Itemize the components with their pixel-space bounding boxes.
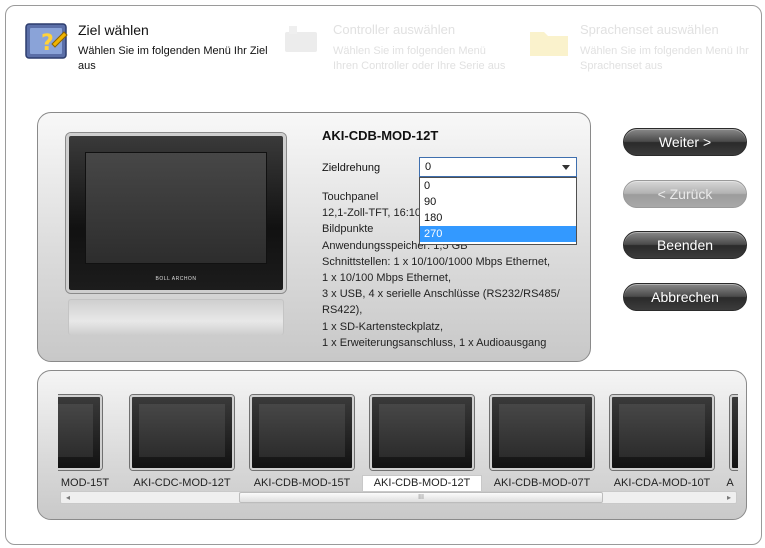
device-gallery: MOD-15T AKI-CDC-MOD-12T AKI-CDB-MOD-15T … [37,370,747,520]
finish-button[interactable]: Beenden [623,231,747,259]
device-thumbnail [58,395,102,470]
step-select-language: Sprachenset auswählen Wählen Sie im folg… [526,18,763,98]
step-select-controller: Controller auswählen Wählen Sie im folge… [279,18,509,98]
gallery-item-label: AKI-CDB-MOD-15T [253,477,351,489]
gallery-scrollbar[interactable]: ◂ III ▸ [60,491,737,504]
spec-line: 3 x USB, 4 x serielle Anschlüsse (RS232/… [322,288,560,301]
device-brand-logo: BOLL ARCHON [155,276,197,282]
scroll-right-icon[interactable]: ▸ [722,492,736,503]
rotation-dropdown-list: 0 90 180 270 [419,177,577,245]
back-button[interactable]: < Zurück [623,180,747,208]
gallery-item-selected[interactable]: AKI-CDB-MOD-12T [362,391,482,499]
scrollbar-thumb[interactable]: III [239,492,603,503]
gallery-item-label: AKI-CDB-MOD-07T [493,477,591,489]
spec-line: 1 x SD-Kartensteckplatz, [322,320,444,333]
gallery-item[interactable]: AKI-CDC-MOD-12T [122,391,242,499]
device-thumbnail [490,395,594,470]
wizard-window: ? Ziel wählen Wählen Sie im folgenden Me… [5,5,762,545]
step-title: Controller auswählen [333,22,456,37]
rotation-select-value: 0 [425,161,432,173]
step-description: Wählen Sie im folgenden Menü Ihren Contr… [333,45,506,72]
gallery-item[interactable]: AKI-CDA-MOD-10T [602,391,722,499]
step-description: Wählen Sie im folgenden Menü Ihr Sprache… [580,45,749,72]
language-folder-icon [530,32,568,56]
target-screen-icon: ? [25,23,68,59]
spec-line: 1 x Erweiterungsanschluss, 1 x Audioausg… [322,336,547,349]
rotation-option[interactable]: 90 [420,194,576,210]
step-select-target: ? Ziel wählen Wählen Sie im folgenden Me… [24,18,274,98]
spec-line: Schnittstellen: 1 x 10/100/1000 Mbps Eth… [322,255,551,268]
gallery-item[interactable]: AKI-CDB-MOD-07T [482,391,602,499]
gallery-item-label: AKI-CDC-MOD-12T [133,477,231,489]
device-reflection [68,299,284,335]
gallery-item[interactable]: MOD-15T [58,391,110,499]
gallery-strip: MOD-15T AKI-CDC-MOD-12T AKI-CDB-MOD-15T … [58,391,738,499]
device-preview: BOLL ARCHON [66,133,286,293]
step-description: Wählen Sie im folgenden Menü Ihr Ziel au… [78,45,268,72]
gallery-item[interactable]: AKI-CDB-MOD-15T [242,391,362,499]
device-thumbnail [610,395,714,470]
gallery-item[interactable]: A [722,391,738,499]
step-title: Ziel wählen [78,22,149,38]
scroll-left-icon[interactable]: ◂ [61,492,75,503]
spec-line: RS422), [322,304,363,317]
device-screen [85,152,267,264]
device-thumbnail [130,395,234,470]
rotation-select[interactable]: 0 [419,157,577,177]
gallery-item-label: AKI-CDB-MOD-12T [362,475,482,492]
device-detail-panel: BOLL ARCHON AKI-CDB-MOD-12T Zieldrehung … [37,112,591,362]
rotation-option[interactable]: 180 [420,210,576,226]
next-button[interactable]: Weiter > [623,128,747,156]
device-thumbnail [730,395,738,470]
rotation-label: Zieldrehung [322,162,381,174]
controller-icon [285,26,317,52]
spec-line: 1 x 10/100 Mbps Ethernet, [322,272,452,285]
device-thumbnail [250,395,354,470]
rotation-option[interactable]: 0 [420,178,576,194]
cancel-button[interactable]: Abbrechen [623,283,747,311]
gallery-item-label: MOD-15T [60,477,110,489]
gallery-item-label: A [726,477,734,489]
device-thumbnail [370,395,474,470]
gallery-item-label: AKI-CDA-MOD-10T [613,477,711,489]
chevron-down-icon[interactable] [562,165,570,170]
model-title: AKI-CDB-MOD-12T [322,128,439,143]
step-title: Sprachenset auswählen [580,22,719,37]
rotation-option-highlighted[interactable]: 270 [420,226,576,242]
